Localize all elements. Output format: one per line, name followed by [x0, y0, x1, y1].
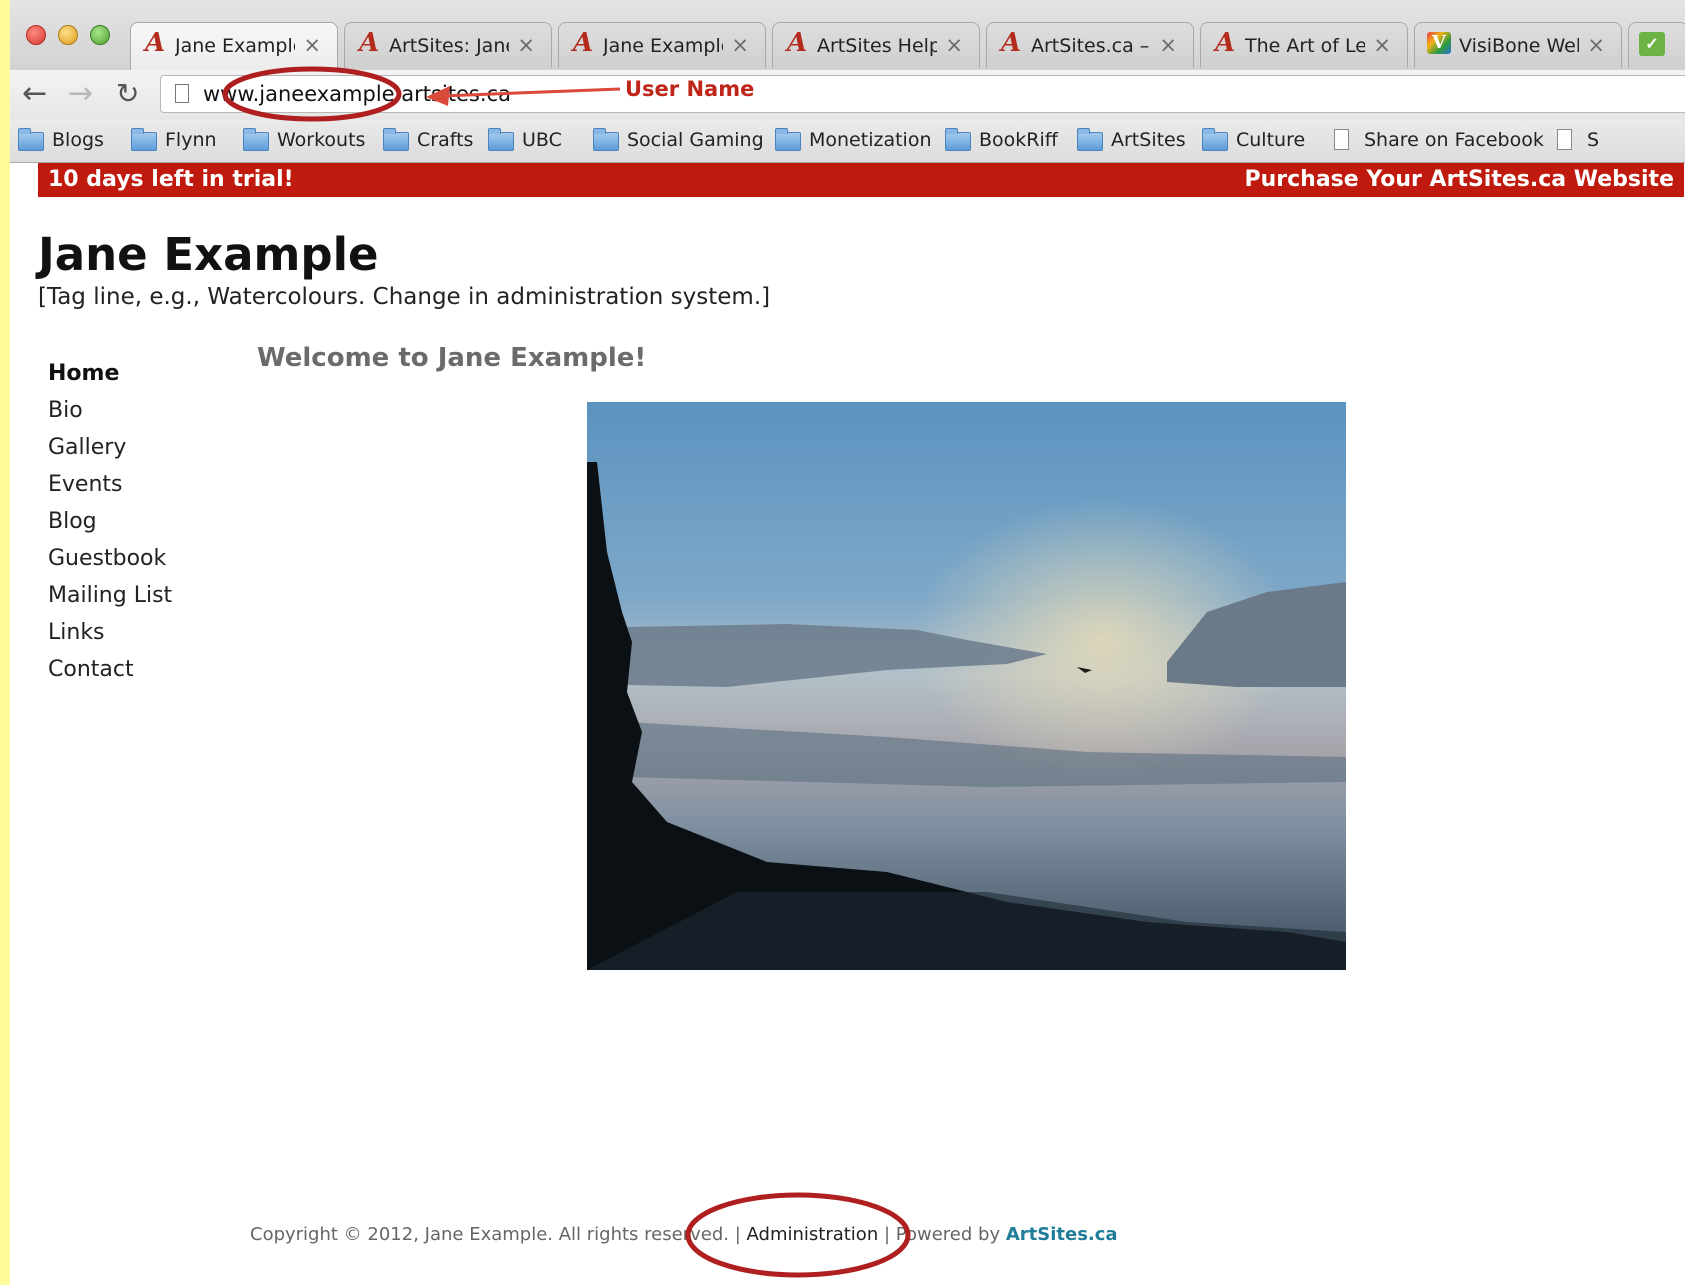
browser-tab[interactable]: A Jane Example ×: [130, 22, 338, 70]
folder-icon: [18, 128, 44, 151]
folder-icon: [243, 128, 269, 151]
nav-item-mailing-list[interactable]: Mailing List: [48, 577, 172, 614]
folder-icon: [945, 128, 971, 151]
browser-window: A Jane Example × A ArtSites: Jane E × A Jane Ex…: [10, 0, 1685, 1285]
artsites-favicon-icon: A: [359, 28, 380, 58]
browser-tab[interactable]: A ArtSites Help a ×: [772, 22, 980, 68]
tab-title: Jane Example: [175, 35, 295, 57]
forward-arrow-icon[interactable]: →: [68, 78, 93, 110]
nav-item-home[interactable]: Home: [48, 355, 172, 392]
page-icon: [175, 84, 189, 103]
browser-tab[interactable]: ✓: [1628, 22, 1685, 68]
tab-strip: A Jane Example × A ArtSites: Jane E × A Jane Ex…: [10, 0, 1685, 71]
folder-icon: [775, 128, 801, 151]
site-tagline: [Tag line, e.g., Watercolours. Change in…: [38, 284, 771, 310]
tab-title: The Art of Leo: [1245, 35, 1365, 57]
artsites-link[interactable]: ArtSites.ca: [1006, 1224, 1118, 1245]
browser-toolbar: ← → ↻ www.janeexample.artsites.ca: [10, 70, 1685, 120]
hero-painting: [587, 402, 1346, 970]
artsites-favicon-icon: A: [573, 28, 594, 58]
browser-tab[interactable]: A Jane Example ×: [558, 22, 766, 68]
site-footer: Copyright © 2012, Jane Example. All righ…: [250, 1224, 1118, 1245]
bookmark-label: BookRiff: [979, 129, 1058, 151]
artsites-favicon-icon: A: [1001, 28, 1022, 58]
artsites-favicon-icon: A: [1215, 28, 1236, 58]
browser-tab[interactable]: A The Art of Leo ×: [1200, 22, 1408, 68]
visibone-favicon-icon: V: [1427, 32, 1451, 54]
purchase-website-link[interactable]: Purchase Your ArtSites.ca Website: [1245, 167, 1675, 192]
user-name-annotation: User Name: [625, 77, 755, 101]
bookmark-label: Share on Facebook: [1364, 129, 1544, 151]
address-url[interactable]: www.janeexample.artsites.ca: [203, 82, 511, 106]
site-nav: Home Bio Gallery Events Blog Guestbook Mailing…: [48, 355, 172, 688]
footer-separator: |: [734, 1224, 741, 1245]
bookmark-label: Crafts: [417, 129, 474, 151]
tab-title: VisiBone Webm: [1459, 35, 1579, 57]
administration-link[interactable]: Administration: [747, 1224, 879, 1245]
page-icon: [1334, 129, 1349, 150]
site-title: Jane Example: [38, 228, 379, 281]
artsites-favicon-icon: A: [145, 28, 166, 58]
nav-item-gallery[interactable]: Gallery: [48, 429, 172, 466]
tab-title: ArtSites: Jane E: [389, 35, 509, 57]
bookmark-label: Workouts: [277, 129, 366, 151]
bookmark-label: Flynn: [165, 129, 217, 151]
zoom-window-button[interactable]: [90, 25, 110, 45]
trial-banner: 10 days left in trial! Purchase Your Art…: [38, 163, 1684, 197]
artsites-favicon-icon: A: [787, 28, 808, 58]
reload-icon[interactable]: ↻: [116, 78, 139, 110]
tab-favicon-icon: ✓: [1639, 32, 1665, 56]
nav-item-links[interactable]: Links: [48, 614, 172, 651]
bookmark-label: Social Gaming: [627, 129, 764, 151]
folder-icon: [1077, 128, 1103, 151]
bookmark-label: ArtSites: [1111, 129, 1186, 151]
nav-item-bio[interactable]: Bio: [48, 392, 172, 429]
welcome-heading: Welcome to Jane Example!: [257, 343, 647, 373]
nav-item-events[interactable]: Events: [48, 466, 172, 503]
browser-tab[interactable]: V VisiBone Webm ×: [1414, 22, 1622, 68]
tab-close-icon[interactable]: ×: [1373, 33, 1391, 57]
bookmarks-bar: Blogs Flynn Workouts Crafts UBC Social Gaming…: [10, 120, 1685, 163]
folder-icon: [488, 128, 514, 151]
trial-days-left: 10 days left in trial!: [48, 167, 294, 192]
bookmark-label: Blogs: [52, 129, 104, 151]
folder-icon: [1202, 128, 1228, 151]
footer-separator: |: [883, 1224, 891, 1245]
tab-close-icon[interactable]: ×: [303, 33, 321, 57]
back-arrow-icon[interactable]: ←: [22, 78, 47, 110]
copyright-text: Copyright © 2012, Jane Example. All righ…: [250, 1224, 729, 1245]
page-icon: [1557, 129, 1572, 150]
bookmark-label: Monetization: [809, 129, 932, 151]
nav-item-contact[interactable]: Contact: [48, 651, 172, 688]
tab-title: ArtSites Help a: [817, 35, 937, 57]
browser-tab[interactable]: A ArtSites.ca – Si ×: [986, 22, 1194, 68]
tab-title: ArtSites.ca – Si: [1031, 35, 1151, 57]
tab-close-icon[interactable]: ×: [1587, 33, 1605, 57]
bookmark-label: Culture: [1236, 129, 1306, 151]
powered-by-text: Powered by: [895, 1224, 1001, 1245]
tab-close-icon[interactable]: ×: [731, 33, 749, 57]
address-bar[interactable]: www.janeexample.artsites.ca: [160, 75, 1685, 113]
tab-close-icon[interactable]: ×: [1159, 33, 1177, 57]
minimize-window-button[interactable]: [58, 25, 78, 45]
tab-close-icon[interactable]: ×: [517, 33, 535, 57]
tab-title: Jane Example: [603, 35, 723, 57]
tab-close-icon[interactable]: ×: [945, 33, 963, 57]
folder-icon: [593, 128, 619, 151]
landscape-painting-image: [587, 402, 1346, 970]
nav-item-guestbook[interactable]: Guestbook: [48, 540, 172, 577]
bookmark-label: UBC: [522, 129, 562, 151]
folder-icon: [131, 128, 157, 151]
close-window-button[interactable]: [26, 25, 46, 45]
folder-icon: [383, 128, 409, 151]
browser-tab[interactable]: A ArtSites: Jane E ×: [344, 22, 552, 68]
nav-item-blog[interactable]: Blog: [48, 503, 172, 540]
bookmark-label: S: [1587, 129, 1600, 151]
